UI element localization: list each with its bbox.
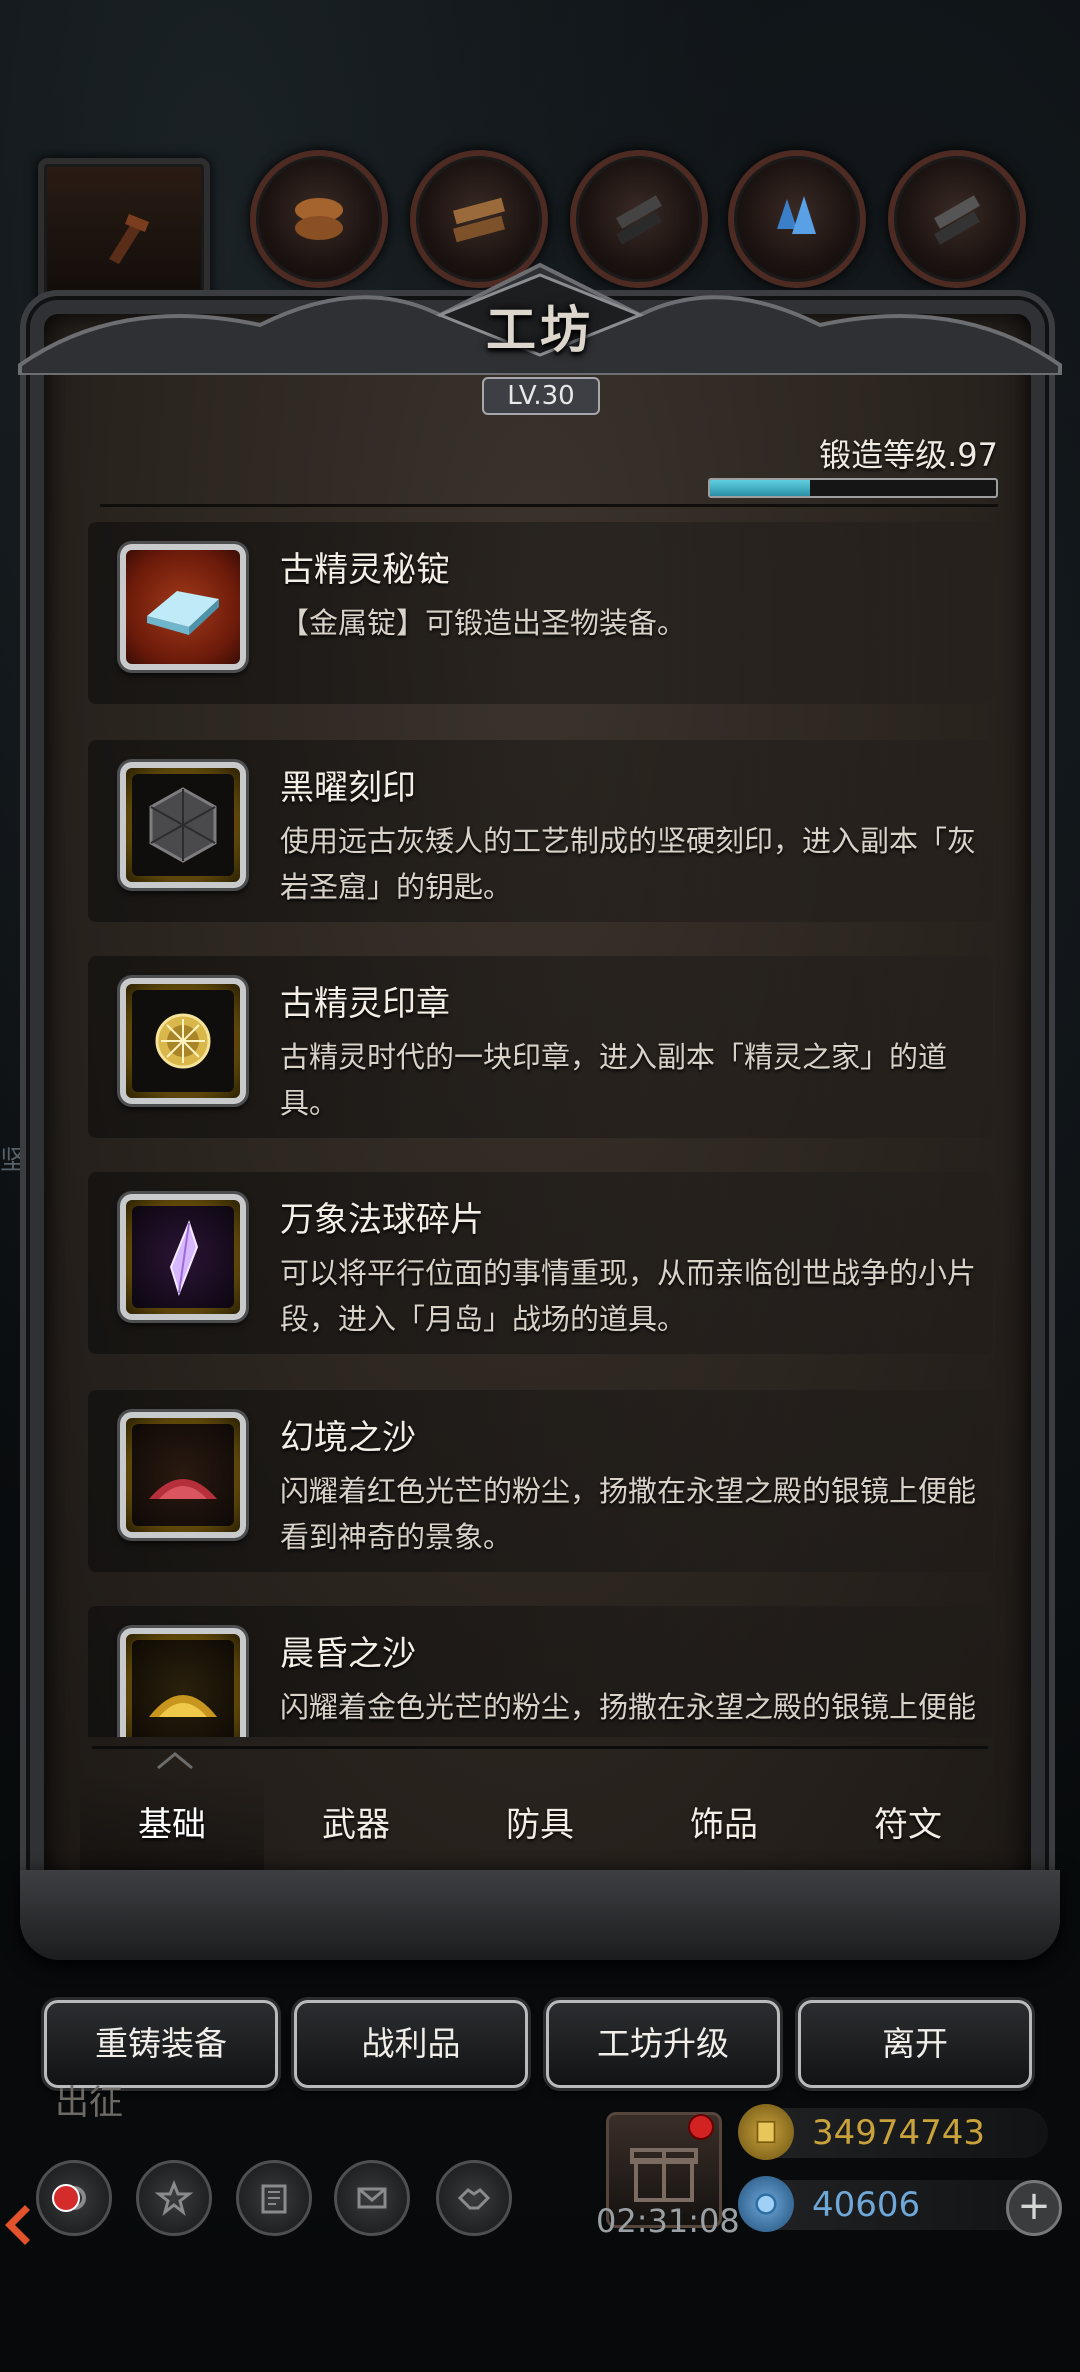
- elven-seal-icon: [155, 1013, 211, 1069]
- panel-title: 工坊: [486, 300, 594, 359]
- category-slot-crystal[interactable]: [728, 150, 866, 288]
- list-item[interactable]: 古精灵秘锭 【金属锭】可锻造出圣物装备。: [88, 522, 993, 704]
- gem-amount: 40606: [812, 2185, 921, 2225]
- hud-achievements[interactable]: [136, 2160, 212, 2236]
- book-icon: [261, 2184, 287, 2214]
- mail-icon: [357, 2187, 387, 2209]
- side-label: 坚: [0, 1146, 27, 1176]
- hud-book[interactable]: [236, 2160, 312, 2236]
- handshake-icon: [457, 2188, 491, 2210]
- notification-dot: [52, 2184, 80, 2212]
- gem-counter: 40606: [738, 2176, 1048, 2232]
- item-description: 使用远古灰矮人的工艺制成的坚硬刻印，进入副本「灰岩圣窟」的钥匙。: [280, 824, 977, 904]
- category-slot-iron[interactable]: [570, 150, 708, 288]
- gold-counter: 34974743: [738, 2104, 1048, 2160]
- gold-amount: 34974743: [812, 2113, 986, 2153]
- gold-sand-icon: [149, 1695, 217, 1717]
- forge-level-label: 锻造等级.97: [819, 436, 998, 474]
- ingot-icon: [147, 591, 219, 635]
- notification-dot: [688, 2114, 714, 2140]
- item-name: 幻境之沙: [280, 1418, 416, 1458]
- list-item[interactable]: 古精灵印章 古精灵时代的一块印章，进入副本「精灵之家」的道具。: [88, 956, 993, 1138]
- item-description: 【金属锭】可锻造出圣物装备。: [280, 606, 687, 640]
- add-gems-button[interactable]: +: [1006, 2180, 1062, 2236]
- panel-base-ornament: [20, 1870, 1060, 1960]
- star-icon: [154, 2179, 194, 2216]
- loot-button[interactable]: 战利品: [294, 2000, 528, 2088]
- list-item[interactable]: 万象法球碎片 可以将平行位面的事情重现，从而亲临创世战争的小片段，进入「月岛」战…: [88, 1172, 993, 1354]
- item-name: 黑曜刻印: [280, 768, 416, 808]
- gift-icon: [630, 2148, 698, 2202]
- expedition-label[interactable]: 出征: [55, 2075, 123, 2124]
- list-item[interactable]: 黑曜刻印 使用远古灰矮人的工艺制成的坚硬刻印，进入副本「灰岩圣窟」的钥匙。: [88, 740, 993, 922]
- item-name: 晨昏之沙: [280, 1634, 416, 1674]
- scroll-up-arrow-icon: [157, 1752, 193, 1770]
- item-description: 可以将平行位面的事情重现，从而亲临创世战争的小片段，进入「月岛」战场的道具。: [280, 1256, 977, 1336]
- category-icon-row: [38, 150, 1048, 320]
- item-icon-frame: [120, 1628, 246, 1737]
- forge-progress-bar: [708, 478, 998, 498]
- action-bar: 重铸装备 战利品 工坊升级 离开: [40, 2000, 1040, 2096]
- gift-timer: 02:31:08: [596, 2202, 740, 2240]
- hud-mail[interactable]: [334, 2160, 410, 2236]
- forge-progress-fill: [710, 480, 811, 496]
- item-list[interactable]: 古精灵秘锭 【金属锭】可锻造出圣物装备。 黑曜刻印 使用远古灰矮人的工艺制成的坚…: [88, 522, 993, 1737]
- item-description: 闪耀着金色光芒的粉尘，扬撒在永望之殿的银镜上便能看到神奇的景象。: [280, 1690, 977, 1737]
- category-slot-plank[interactable]: [410, 150, 548, 288]
- hud-handshake[interactable]: [436, 2160, 512, 2236]
- workshop-upgrade-button[interactable]: 工坊升级: [546, 2000, 780, 2088]
- steel-bar-icon: [934, 195, 980, 245]
- hammer-icon: [109, 214, 149, 264]
- item-description: 古精灵时代的一块印章，进入副本「精灵之家」的道具。: [280, 1040, 948, 1120]
- item-description: 闪耀着红色光芒的粉尘，扬撒在永望之殿的银镜上便能看到神奇的景象。: [280, 1474, 977, 1554]
- list-item[interactable]: 幻境之沙 闪耀着红色光芒的粉尘，扬撒在永望之殿的银镜上便能看到神奇的景象。: [88, 1390, 993, 1572]
- item-name: 古精灵秘锭: [280, 550, 450, 590]
- divider: [92, 1746, 988, 1749]
- crystal-shard-icon: [169, 1220, 199, 1297]
- item-name: 万象法球碎片: [280, 1200, 484, 1240]
- blue-crystal-icon: [777, 196, 816, 234]
- category-slot-steel[interactable]: [888, 150, 1026, 288]
- workshop-level-badge: LV.30: [482, 377, 600, 415]
- plank-icon: [453, 197, 505, 243]
- item-icon-frame: [120, 1412, 246, 1538]
- list-item[interactable]: 晨昏之沙 闪耀着金色光芒的粉尘，扬撒在永望之殿的银镜上便能看到神奇的景象。: [88, 1606, 993, 1737]
- wood-icon: [295, 198, 343, 240]
- item-icon-frame: [120, 1194, 246, 1320]
- leave-button[interactable]: 离开: [798, 2000, 1032, 2088]
- item-name: 古精灵印章: [280, 984, 450, 1024]
- gold-coin-icon: [738, 2104, 794, 2160]
- item-icon-frame: [120, 544, 246, 670]
- item-icon-frame: [120, 762, 246, 888]
- gem-icon: [738, 2176, 794, 2232]
- red-sand-icon: [149, 1479, 217, 1499]
- item-icon-frame: [120, 978, 246, 1104]
- app-logo-icon: [5, 2205, 30, 2245]
- category-slot-wood[interactable]: [250, 150, 388, 288]
- iron-bar-icon: [616, 195, 662, 245]
- divider: [100, 504, 998, 507]
- obsidian-seal-icon: [149, 787, 217, 863]
